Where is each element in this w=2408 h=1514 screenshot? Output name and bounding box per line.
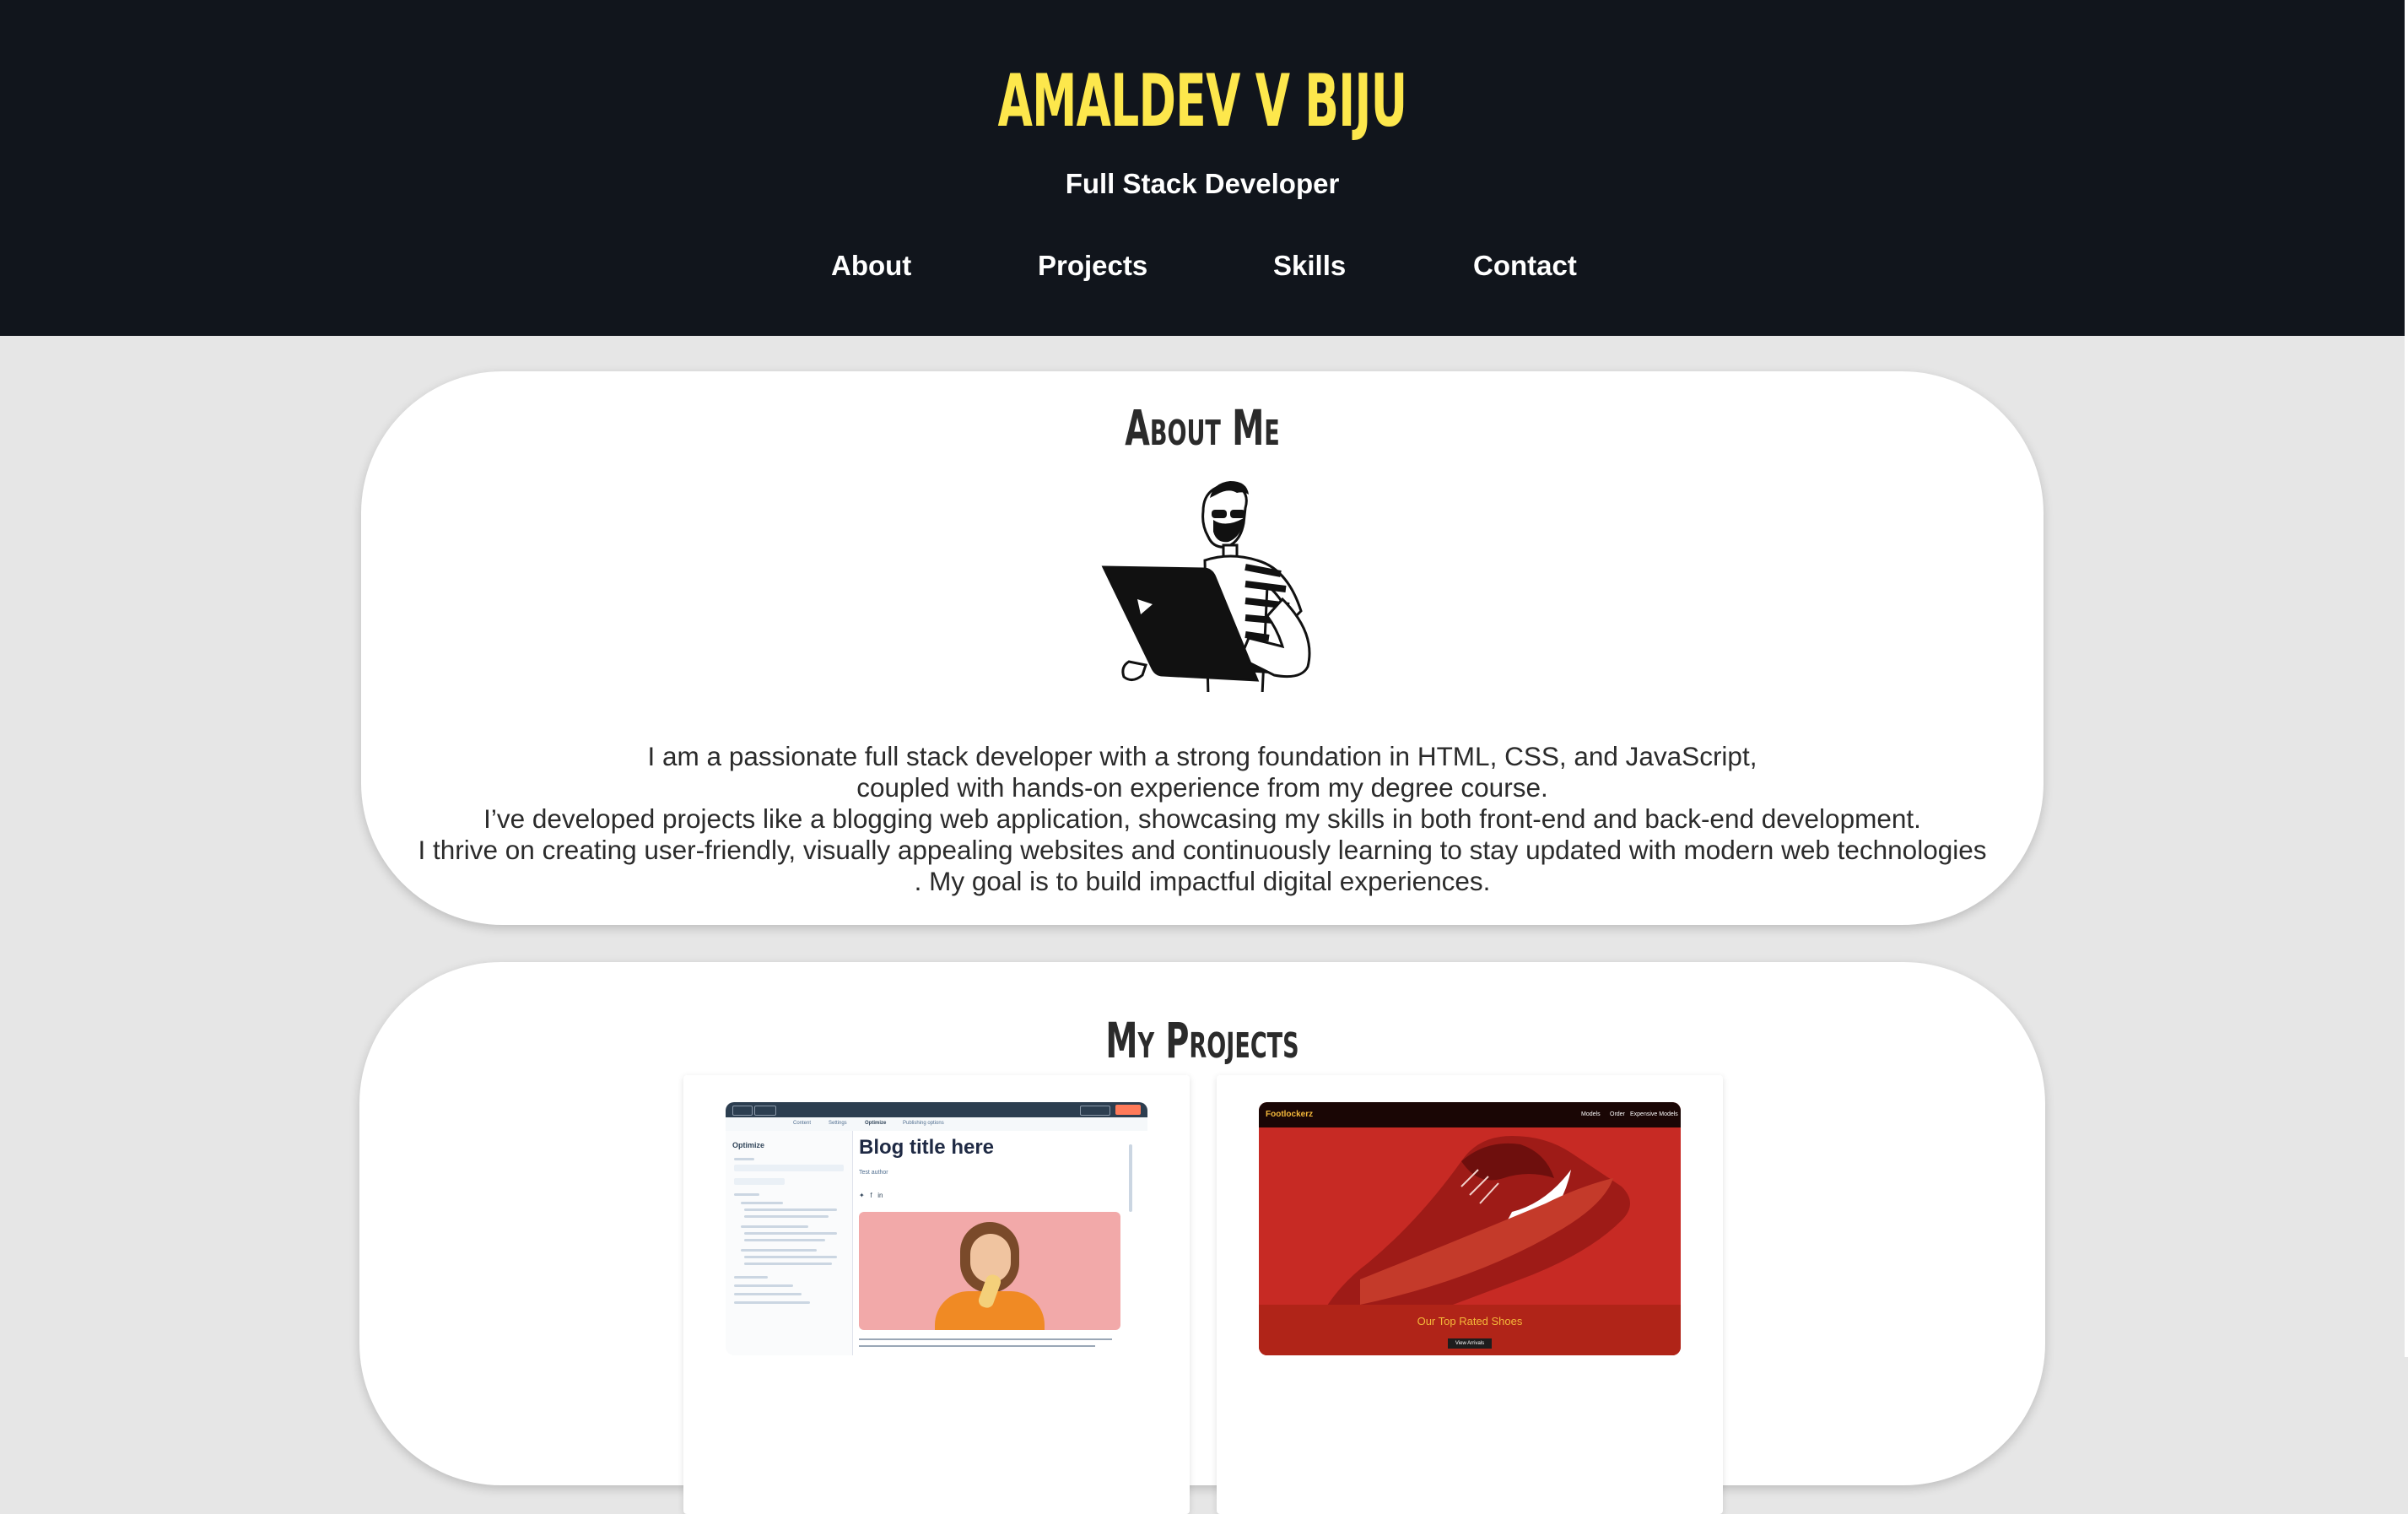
blog-title: Blog title here	[859, 1136, 995, 1159]
about-line: I thrive on creating user-friendly, visu…	[418, 835, 1987, 865]
blog-hero-photo	[859, 1212, 1120, 1330]
nav-about[interactable]: About	[831, 246, 911, 285]
shop-caption: Our Top Rated Shoes	[1417, 1315, 1523, 1327]
nav-contact[interactable]: Contact	[1473, 246, 1577, 285]
page-edge	[2405, 0, 2408, 1357]
developer-illustration	[1101, 481, 1311, 692]
site-name: AMALDEV V BIJU	[997, 59, 1407, 143]
blog-sidebar-title: Optimize	[732, 1141, 765, 1149]
about-line: coupled with hands-on experience from my…	[856, 772, 1548, 803]
blog-tab: Publishing options	[903, 1121, 944, 1126]
nav-skills[interactable]: Skills	[1273, 246, 1346, 285]
site-role: Full Stack Developer	[1065, 168, 1340, 199]
blog-scrollbar	[1129, 1144, 1132, 1212]
shoe-image	[1318, 1136, 1630, 1322]
main-nav: About Projects Skills Contact	[0, 246, 2405, 285]
view-arrivals-button[interactable]: View Arrivals	[1448, 1338, 1492, 1349]
projects-section: My Projects Content Settings Optimize Pu…	[359, 962, 2045, 1514]
blog-toolbar	[726, 1102, 1147, 1117]
blog-tabs: Content Settings Optimize Publishing opt…	[726, 1117, 1147, 1131]
nav-projects[interactable]: Projects	[1038, 246, 1147, 285]
site-header: AMALDEV V BIJU Full Stack Developer Abou…	[0, 0, 2405, 336]
blog-tab: Settings	[829, 1121, 847, 1126]
shop-brand: Footlockerz	[1266, 1110, 1314, 1119]
blog-tab: Optimize	[865, 1121, 887, 1126]
blog-sidebar: Optimize	[726, 1131, 853, 1355]
blog-tab: Content	[793, 1121, 812, 1126]
about-line: I am a passionate full stack developer w…	[647, 741, 1757, 771]
shop-link: Order	[1610, 1111, 1625, 1117]
project-card-shop[interactable]: Footlockerz Models Order Expensive Model…	[1217, 1075, 1723, 1514]
social-icons: ✦ f in	[859, 1192, 883, 1199]
about-section: About Me I am a passionate full stack de…	[361, 371, 2044, 925]
shop-link: Expensive Models	[1630, 1111, 1678, 1117]
shoe-shop-screenshot: Footlockerz Models Order Expensive Model…	[1259, 1102, 1681, 1355]
blog-app-screenshot: Content Settings Optimize Publishing opt…	[726, 1102, 1147, 1355]
about-line: . My goal is to build impactful digital …	[914, 866, 1491, 896]
projects-title: My Projects	[1105, 1012, 1299, 1069]
about-line: I’ve developed projects like a blogging …	[483, 803, 1921, 834]
shop-navbar: Footlockerz Models Order Expensive Model…	[1259, 1102, 1681, 1127]
project-card-blog[interactable]: Content Settings Optimize Publishing opt…	[683, 1075, 1190, 1514]
about-title: About Me	[1125, 399, 1280, 457]
blog-author: Test author	[859, 1170, 888, 1176]
about-description: I am a passionate full stack developer w…	[361, 741, 2044, 897]
shop-link: Models	[1581, 1111, 1601, 1117]
